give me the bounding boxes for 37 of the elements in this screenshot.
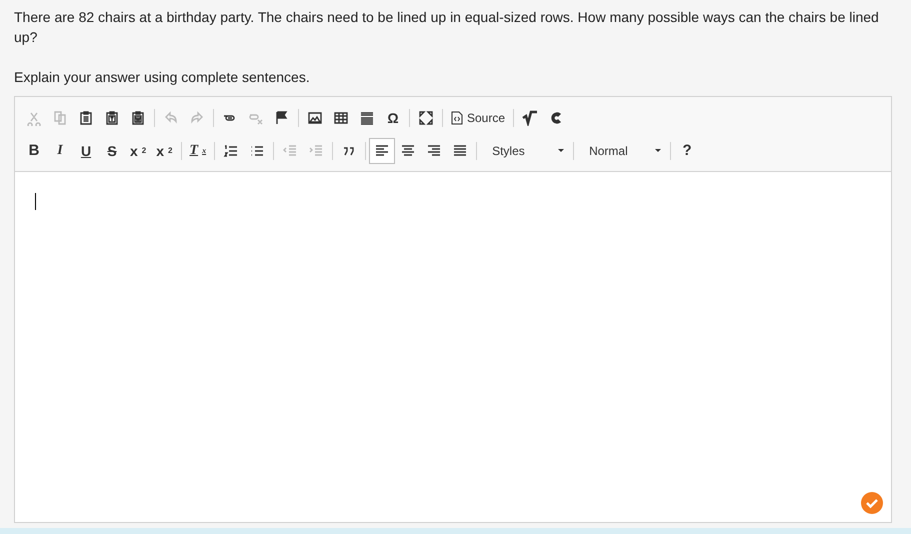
document-icon <box>451 110 463 124</box>
format-button[interactable]: U <box>73 138 99 164</box>
image-icon <box>307 110 323 126</box>
caret-icon <box>655 149 662 152</box>
text-cursor <box>35 193 36 210</box>
dropdown[interactable]: Styles <box>480 138 570 164</box>
check-icon <box>861 492 883 514</box>
indent-icon <box>308 142 324 158</box>
table-icon <box>333 110 349 126</box>
clipboard-icon <box>130 110 146 126</box>
numbered-list-icon <box>223 142 240 158</box>
align-left-icon <box>374 142 390 158</box>
redo-icon <box>189 110 205 126</box>
maximize-icon <box>418 110 434 126</box>
format-button[interactable]: B <box>21 138 47 164</box>
copy-icon <box>52 110 68 126</box>
square-root-icon <box>522 110 538 126</box>
outdent-icon <box>282 142 298 158</box>
justify-icon <box>452 142 468 158</box>
source-button[interactable]: Source <box>446 104 510 130</box>
format-button[interactable]: ? <box>674 138 700 164</box>
format-button[interactable]: x$^{2}$ <box>151 138 178 164</box>
dropdown[interactable]: Normal <box>577 138 668 164</box>
caret-icon <box>558 149 564 152</box>
clipboard-icon <box>104 110 120 126</box>
instruction-text: Explain your answer using complete sentences. <box>14 68 311 87</box>
question-text: There are 82 chairs at a birthday party. The chairs need to be lined up in equal-sized rows. How many possible ways can the chairs be lined up? <box>14 8 880 47</box>
flag-icon <box>274 110 290 126</box>
align-center-icon <box>400 142 416 158</box>
format-button[interactable]: I <box>47 138 73 164</box>
align-right-icon <box>426 142 442 158</box>
format-button[interactable]: Ω <box>380 104 406 130</box>
clipboard-icon <box>78 110 94 126</box>
horizontal-lines-icon <box>359 110 375 126</box>
format-button[interactable]: S <box>99 138 125 164</box>
undo-icon <box>163 110 179 126</box>
align-button[interactable] <box>369 138 396 164</box>
